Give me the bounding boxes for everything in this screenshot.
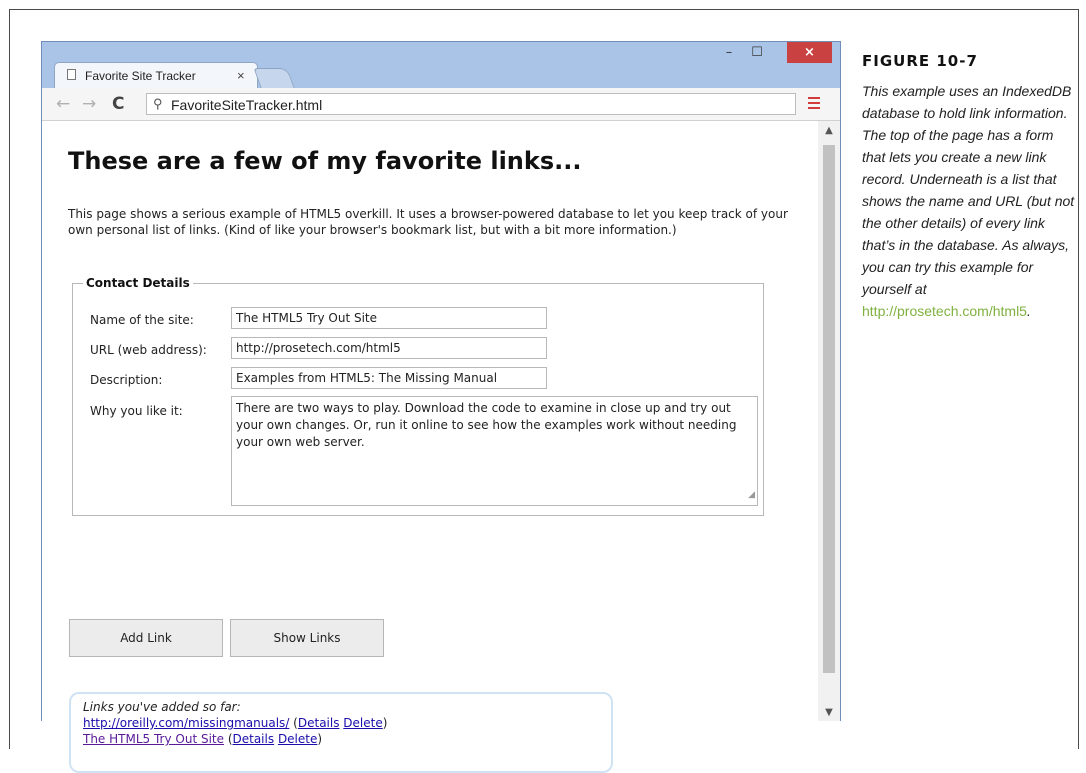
site-name-label: Name of the site: — [90, 313, 194, 327]
links-caption: Links you've added so far: — [83, 700, 241, 714]
forward-arrow-icon[interactable]: → — [82, 94, 96, 114]
delete-link[interactable]: Delete — [343, 716, 382, 730]
browser-toolbar: ← → C ⚲ FavoriteSiteTracker.html — [42, 88, 840, 121]
url-label: URL (web address): — [90, 343, 207, 357]
why-label: Why you like it: — [90, 404, 183, 418]
list-item: http://oreilly.com/missingmanuals/ (Deta… — [83, 716, 388, 730]
resize-grip-icon[interactable]: ◢ — [748, 487, 755, 504]
scroll-down-icon[interactable]: ▼ — [818, 707, 840, 718]
details-link[interactable]: Details — [233, 732, 275, 746]
description-input[interactable]: Examples from HTML5: The Missing Manual — [231, 367, 547, 389]
address-text: FavoriteSiteTracker.html — [171, 97, 323, 113]
vertical-scrollbar[interactable]: ▲ ▼ — [818, 121, 840, 721]
back-arrow-icon[interactable]: ← — [56, 94, 70, 114]
browser-tab[interactable]: Favorite Site Tracker × — [54, 62, 258, 88]
description-label: Description: — [90, 373, 163, 387]
maximize-button[interactable]: ☐ — [744, 42, 770, 63]
close-window-button[interactable]: × — [787, 42, 832, 63]
reload-icon[interactable]: C — [112, 94, 124, 114]
fieldset-legend: Contact Details — [86, 276, 190, 290]
figure-link[interactable]: http://prosetech.com/html5 — [862, 303, 1027, 319]
page-content: These are a few of my favorite links... … — [42, 121, 818, 773]
link-item[interactable]: http://oreilly.com/missingmanuals/ — [83, 716, 289, 730]
page-heading: These are a few of my favorite links... — [68, 147, 582, 175]
tab-close-icon[interactable]: × — [237, 68, 245, 83]
browser-window: Favorite Site Tracker × – ☐ × ← → C ⚲ Fa… — [41, 41, 841, 773]
url-input[interactable]: http://prosetech.com/html5 — [231, 337, 547, 359]
scroll-up-icon[interactable]: ▲ — [818, 125, 840, 136]
figure-title: FIGURE 10-7 — [862, 52, 978, 70]
scrollbar-thumb[interactable] — [823, 145, 835, 673]
page-icon — [67, 69, 76, 80]
link-item[interactable]: The HTML5 Try Out Site — [83, 732, 224, 746]
details-link[interactable]: Details — [298, 716, 340, 730]
address-bar[interactable]: ⚲ FavoriteSiteTracker.html — [146, 93, 796, 115]
add-link-button[interactable]: Add Link — [69, 619, 223, 657]
list-item: The HTML5 Try Out Site (Details Delete) — [83, 732, 323, 746]
minimize-button[interactable]: – — [716, 42, 742, 63]
menu-icon[interactable] — [808, 97, 820, 112]
new-tab-button[interactable] — [253, 68, 295, 88]
tab-title: Favorite Site Tracker — [85, 69, 196, 83]
delete-link[interactable]: Delete — [278, 732, 317, 746]
figure-caption-text: This example uses an IndexedDB database … — [862, 83, 1075, 297]
why-textarea[interactable]: There are two ways to play. Download the… — [231, 396, 758, 506]
links-list: Links you've added so far: http://oreill… — [69, 692, 613, 773]
site-name-input[interactable]: The HTML5 Try Out Site — [231, 307, 547, 329]
show-links-button[interactable]: Show Links — [230, 619, 384, 657]
why-text: There are two ways to play. Download the… — [236, 401, 737, 449]
intro-text: This page shows a serious example of HTM… — [68, 207, 788, 237]
search-icon: ⚲ — [153, 96, 163, 111]
figure-caption: This example uses an IndexedDB database … — [862, 83, 1075, 319]
